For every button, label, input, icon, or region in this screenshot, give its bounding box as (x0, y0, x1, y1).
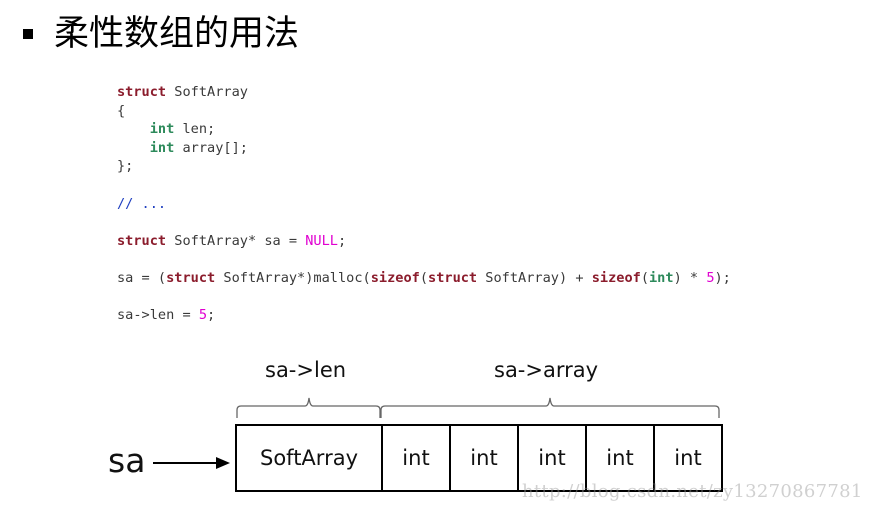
struct-header-cell: SoftArray (237, 426, 383, 490)
pointer-label: sa (108, 441, 146, 480)
array-label: sa->array (494, 358, 599, 382)
array-brace (380, 397, 720, 418)
array-cell: int (383, 426, 451, 490)
watermark: http://blog.csdn.net/zy13270867781 (522, 481, 863, 502)
array-cell: int (451, 426, 519, 490)
len-label: sa->len (265, 358, 347, 382)
pointer-arrow-head (216, 457, 230, 469)
len-brace (236, 397, 381, 418)
